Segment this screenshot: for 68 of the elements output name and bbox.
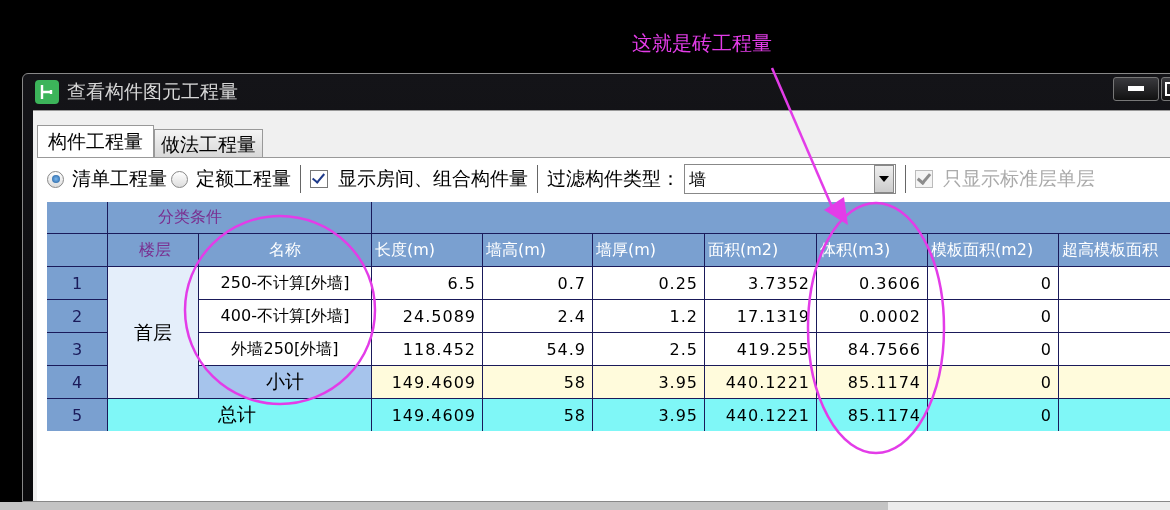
table-cell: 0 [928, 267, 1058, 299]
tab[interactable]: 做法工程量 [154, 129, 263, 157]
table-cell: 58 [483, 399, 592, 431]
table-cell: 0.25 [593, 267, 704, 299]
table-cell: 总计 [108, 399, 371, 431]
radio-label[interactable]: 清单工程量 [72, 166, 167, 192]
annotation-text: 这就是砖工程量 [632, 31, 772, 55]
column-header[interactable]: 模板面积(m2) [928, 234, 1058, 266]
table-cell: 0 [928, 333, 1058, 365]
table-cell: 58 [483, 366, 592, 398]
radio-button[interactable] [171, 170, 188, 188]
filter-dropdown[interactable]: 墙 [684, 164, 896, 194]
filter-label: 过滤构件类型： [547, 166, 680, 191]
table-cell: 118.452 [372, 333, 482, 365]
table-cell: 85.1174 [817, 399, 927, 431]
tab[interactable]: 构件工程量 [37, 125, 154, 157]
table-cell: 54.9 [483, 333, 592, 365]
row-number: 1 [47, 267, 107, 299]
table-cell: 250-不计算[外墙] [199, 267, 371, 299]
table-cell: 3.95 [593, 366, 704, 398]
table-cell: 0.0002 [817, 300, 927, 332]
checkbox-label[interactable]: 显示房间、组合构件量 [338, 166, 528, 192]
table-cell: 外墙250[外墙] [199, 333, 371, 365]
column-header[interactable]: 长度(m) [372, 234, 482, 266]
row-number: 4 [47, 366, 107, 398]
column-header[interactable]: 面积(m2) [705, 234, 816, 266]
table-cell: 419.255 [705, 333, 816, 365]
radio-label[interactable]: 定额工程量 [196, 166, 291, 192]
row-number: 3 [47, 333, 107, 365]
row-number: 2 [47, 300, 107, 332]
header-cell [47, 202, 107, 233]
table-cell: 84.7566 [817, 333, 927, 365]
table-cell: 小计 [199, 366, 371, 398]
table-cell: 3.7352 [705, 267, 816, 299]
table-cell: 0 [928, 366, 1058, 398]
table-cell: 首层 [108, 267, 198, 398]
column-header[interactable]: 墙厚(m) [593, 234, 704, 266]
table-cell: 2.5 [593, 333, 704, 365]
column-group-header: 分类条件 [108, 202, 371, 233]
minimize-button[interactable] [1113, 77, 1159, 101]
table-cell: 149.4609 [372, 366, 482, 398]
checkbox[interactable] [310, 170, 328, 188]
dropdown-arrow-icon [879, 176, 889, 182]
column-header[interactable]: 墙高(m) [483, 234, 592, 266]
table-cell: 6.5 [372, 267, 482, 299]
minimize-icon [1128, 86, 1144, 92]
table-cell: 85.1174 [817, 366, 927, 398]
scrollbar[interactable] [0, 502, 1170, 510]
header-cell [47, 234, 107, 266]
table-cell: 1.2 [593, 300, 704, 332]
radio-button[interactable] [47, 170, 64, 188]
window-title: 查看构件图元工程量 [67, 79, 238, 104]
table-cell: 400-不计算[外墙] [199, 300, 371, 332]
table-cell: 0.7 [483, 267, 592, 299]
table-cell: 0 [928, 399, 1058, 431]
column-header[interactable]: 超高模板面积 [1059, 234, 1170, 266]
table-cell: 0.3606 [817, 267, 927, 299]
table-cell: 440.1221 [705, 399, 816, 431]
table-cell: 149.4609 [372, 399, 482, 431]
table-cell: 24.5089 [372, 300, 482, 332]
column-header[interactable]: 名称 [199, 234, 371, 266]
app-icon [35, 80, 59, 104]
table-cell: 2.4 [483, 300, 592, 332]
table-cell: 3.95 [593, 399, 704, 431]
row-number: 5 [47, 399, 107, 431]
table-cell: 440.1221 [705, 366, 816, 398]
column-header[interactable]: 楼层 [108, 234, 198, 266]
table-cell: 0 [928, 300, 1058, 332]
